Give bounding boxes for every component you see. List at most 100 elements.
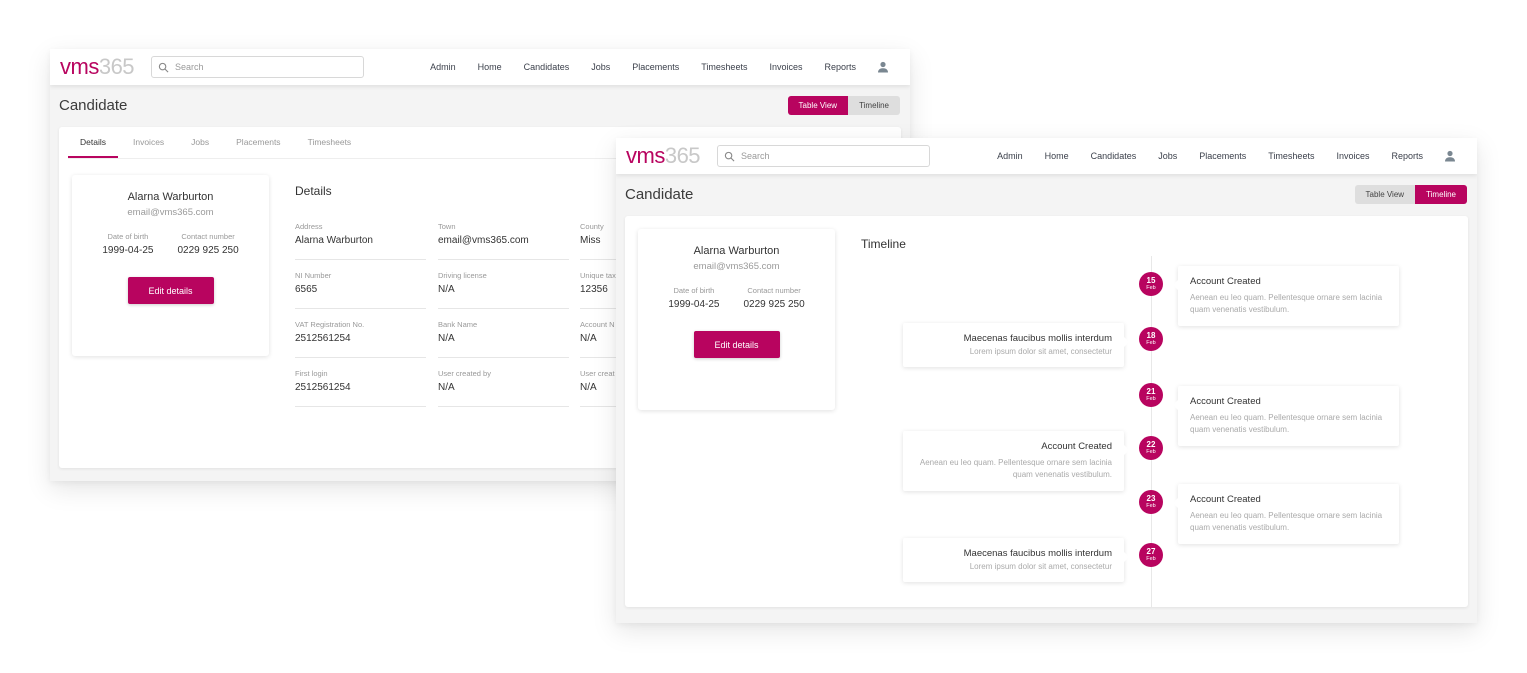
date-month: Feb [1146,449,1156,455]
event-title: Maecenas faucibus mollis interdum [963,548,1112,559]
main-nav: Admin Home Candidates Jobs Placements Ti… [975,138,1457,174]
edit-details-button[interactable]: Edit details [127,277,214,304]
field-value: 2512561254 [295,333,351,344]
field-address: Address Alarna Warburton [295,222,426,260]
search-icon [158,62,169,72]
tab-details[interactable]: Details [68,127,118,158]
nav-admin[interactable]: Admin [430,62,456,72]
search-box[interactable] [151,56,364,78]
event-body: Aenean eu leo quam. Pellentesque ornare … [1190,293,1383,314]
timeline-date-badge: 15 Feb [1139,272,1163,296]
event-body: Lorem ipsum dolor sit amet, consectetur [969,347,1112,356]
timeline-date-badge: 18 Feb [1139,327,1163,351]
user-icon[interactable] [876,60,890,74]
field-label: Bank Name [438,320,478,329]
event-body: Aenean eu leo quam. Pellentesque ornare … [1190,511,1383,532]
nav-jobs[interactable]: Jobs [1158,151,1177,161]
timeline-event-card[interactable]: Account Created Aenean eu leo quam. Pelle… [903,431,1129,491]
tab-timesheets[interactable]: Timesheets [296,127,364,158]
nav-placements[interactable]: Placements [632,62,679,72]
timeline-event-card[interactable]: Account Created Aenean eu leo quam. Pelle… [1173,484,1399,544]
search-box[interactable] [717,145,930,167]
field-bank-name: Bank Name N/A [438,320,569,358]
timeline-button[interactable]: Timeline [1415,185,1467,204]
nav-candidates[interactable]: Candidates [1091,151,1137,161]
event-title: Account Created [1190,396,1261,407]
search-icon [724,151,735,161]
logo-brand: vms [60,54,99,79]
event-title: Maecenas faucibus mollis interdum [963,333,1112,344]
vms365-logo[interactable]: vms365 [626,142,701,170]
field-label: First login [295,369,328,378]
field-value: N/A [438,333,455,344]
nav-timesheets[interactable]: Timesheets [701,62,747,72]
date-month: Feb [1146,556,1156,562]
search-input[interactable] [175,62,355,72]
tab-placements[interactable]: Placements [224,127,292,158]
nav-home[interactable]: Home [1045,151,1069,161]
nav-reports[interactable]: Reports [824,62,856,72]
table-view-button[interactable]: Table View [787,96,849,115]
timeline-event-card[interactable]: Account Created Aenean eu leo quam. Pelle… [1173,266,1399,326]
timeline-date-badge: 21 Feb [1139,383,1163,407]
nav-invoices[interactable]: Invoices [1336,151,1369,161]
logo-number: 365 [664,143,701,168]
date-month: Feb [1146,285,1156,291]
field-label: VAT Registration No. [295,320,365,329]
field-value: N/A [438,284,455,295]
field-value: N/A [438,382,455,393]
timeline-title: Timeline [861,237,906,251]
field-value: 2512561254 [295,382,351,393]
date-day: 21 [1146,387,1156,396]
search-input[interactable] [741,151,921,161]
dob-fact: Date of birth 1999-04-25 [668,286,719,310]
nav-jobs[interactable]: Jobs [591,62,610,72]
candidate-name: Alarna Warburton [693,245,780,257]
candidate-name: Alarna Warburton [127,191,214,203]
main-nav: Admin Home Candidates Jobs Placements Ti… [408,49,890,85]
field-value: Alarna Warburton [295,235,373,246]
timeline-window: vms365 Admin Home Candidates Jobs Placem… [616,138,1477,623]
nav-timesheets[interactable]: Timesheets [1268,151,1314,161]
field-label: User created by [438,369,491,378]
dob-label: Date of birth [107,232,149,241]
timeline-date-badge: 27 Feb [1139,543,1163,567]
field-value: 6565 [295,284,318,295]
nav-invoices[interactable]: Invoices [769,62,802,72]
timeline-event-card[interactable]: Account Created Aenean eu leo quam. Pelle… [1173,386,1399,446]
field-town: Town email@vms365.com [438,222,569,260]
edit-details-button[interactable]: Edit details [693,331,780,358]
event-body: Lorem ipsum dolor sit amet, consectetur [969,562,1112,571]
field-first-login: First login 2512561254 [295,369,426,407]
field-ni-number: NI Number 6565 [295,271,426,309]
date-month: Feb [1146,396,1156,402]
timeline-event-card[interactable]: Maecenas faucibus mollis interdum Lorem i… [903,538,1129,582]
user-icon[interactable] [1443,149,1457,163]
vms365-logo[interactable]: vms365 [60,53,135,81]
dob-value: 1999-04-25 [668,299,720,310]
contact-value: 0229 925 250 [743,299,805,310]
tab-jobs[interactable]: Jobs [179,127,221,158]
field-label: Town [438,222,456,231]
field-value: email@vms365.com [438,235,529,246]
top-navbar: vms365 Admin Home Candidates Jobs Placem… [616,138,1477,174]
page-title: Candidate [59,97,128,114]
field-vat-registration: VAT Registration No. 2512561254 [295,320,426,358]
date-day: 27 [1146,547,1156,556]
contact-fact: Contact number 0229 925 250 [177,232,238,256]
field-user-created-by: User created by N/A [438,369,569,407]
nav-candidates[interactable]: Candidates [524,62,570,72]
field-label: Driving license [438,271,487,280]
event-body: Aenean eu leo quam. Pellentesque ornare … [1190,413,1383,434]
date-day: 22 [1146,440,1156,449]
logo-number: 365 [98,54,135,79]
field-label: Address [295,222,323,231]
nav-home[interactable]: Home [478,62,502,72]
nav-placements[interactable]: Placements [1199,151,1246,161]
table-view-button[interactable]: Table View [1354,185,1416,204]
nav-admin[interactable]: Admin [997,151,1023,161]
timeline-button[interactable]: Timeline [848,96,900,115]
tab-invoices[interactable]: Invoices [121,127,176,158]
nav-reports[interactable]: Reports [1391,151,1423,161]
timeline-event-card[interactable]: Maecenas faucibus mollis interdum Lorem i… [903,323,1129,367]
